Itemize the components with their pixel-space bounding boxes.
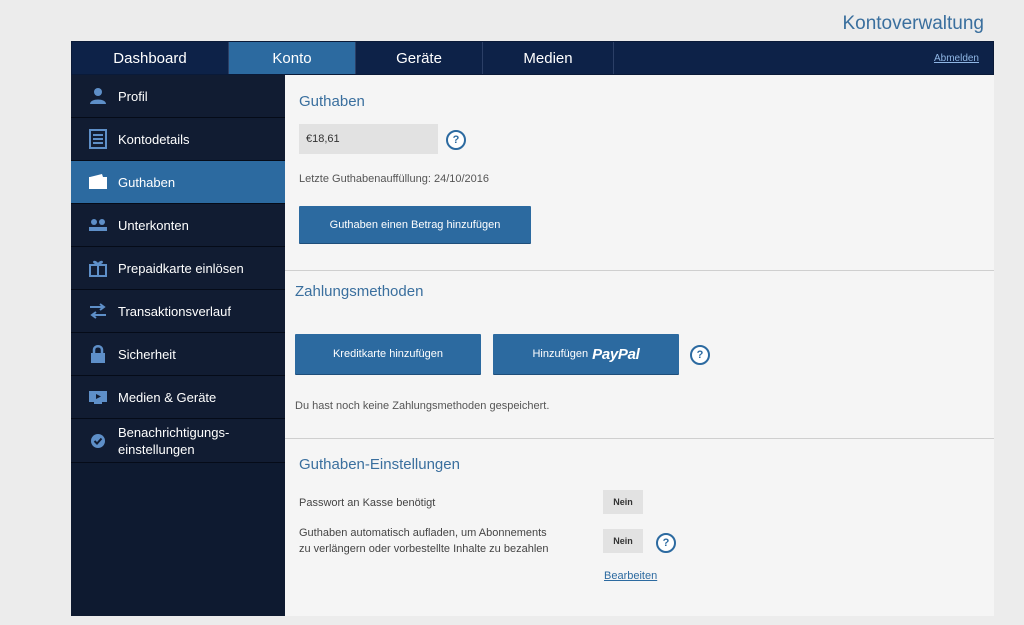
sidebar-item-label: Transaktionsverlauf bbox=[118, 303, 231, 319]
autoload-label-line2: zu verlängern oder vorbestellte Inhalte … bbox=[299, 543, 549, 555]
sidebar-item-benachrichtigungen[interactable]: Benachrichtigungs- einstellungen bbox=[71, 419, 285, 463]
tab-konto[interactable]: Konto bbox=[229, 42, 356, 74]
sidebar-item-sicherheit[interactable]: Sicherheit bbox=[71, 333, 285, 376]
sidebar-item-label: Kontodetails bbox=[118, 131, 190, 147]
help-icon[interactable]: ? bbox=[446, 130, 466, 150]
transfer-icon bbox=[87, 300, 109, 322]
media-icon bbox=[87, 386, 109, 408]
sidebar-item-label-line2: einstellungen bbox=[118, 441, 195, 457]
help-icon[interactable]: ? bbox=[690, 345, 710, 365]
sidebar-item-label: Profil bbox=[118, 88, 148, 104]
sidebar-item-kontodetails[interactable]: Kontodetails bbox=[71, 118, 285, 161]
user-icon bbox=[87, 85, 109, 107]
sidebar-item-label-line1: Benachrichtigungs- bbox=[118, 424, 230, 440]
sidebar-item-label: Medien & Geräte bbox=[118, 389, 217, 405]
sidebar-item-label: Guthaben bbox=[118, 174, 176, 190]
help-icon[interactable]: ? bbox=[656, 533, 676, 553]
tab-dashboard[interactable]: Dashboard bbox=[72, 42, 229, 74]
document-icon bbox=[87, 128, 109, 150]
sidebar-item-label: Benachrichtigungs- einstellungen bbox=[118, 424, 229, 458]
add-credit-card-button[interactable]: Kreditkarte hinzufügen bbox=[295, 334, 481, 374]
sidebar-item-profil[interactable]: Profil bbox=[71, 75, 285, 118]
tab-geraete[interactable]: Geräte bbox=[356, 42, 483, 74]
page-title: Kontoverwaltung bbox=[842, 13, 984, 34]
paypal-button-label: Hinzufügen bbox=[532, 348, 589, 360]
sidebar-item-prepaidkarte[interactable]: Prepaidkarte einlösen bbox=[71, 247, 285, 290]
sidebar-item-label: Prepaidkarte einlösen bbox=[118, 260, 244, 276]
balance-section-title: Guthaben bbox=[299, 93, 365, 110]
autoload-label-line1: Guthaben automatisch aufladen, um Abonne… bbox=[299, 527, 547, 539]
main-content: Guthaben €18,61 ? Letzte Guthabenauffüll… bbox=[285, 75, 994, 616]
sidebar-item-unterkonten[interactable]: Unterkonten bbox=[71, 204, 285, 247]
sidebar-item-transaktionsverlauf[interactable]: Transaktionsverlauf bbox=[71, 290, 285, 333]
users-icon bbox=[87, 214, 109, 236]
check-badge-icon bbox=[87, 430, 109, 452]
balance-field: €18,61 bbox=[299, 124, 438, 154]
add-balance-button[interactable]: Guthaben einen Betrag hinzufügen bbox=[299, 206, 531, 243]
sidebar-item-label: Sicherheit bbox=[118, 346, 176, 362]
settings-section-title: Guthaben-Einstellungen bbox=[299, 456, 460, 473]
gift-icon bbox=[87, 257, 109, 279]
wallet-icon bbox=[87, 171, 109, 193]
sidebar-item-guthaben[interactable]: Guthaben bbox=[71, 161, 285, 204]
divider bbox=[285, 438, 994, 439]
autoload-setting-value: Nein bbox=[603, 529, 643, 553]
sidebar-item-label: Unterkonten bbox=[118, 217, 189, 233]
sidebar-item-medien-geraete[interactable]: Medien & Geräte bbox=[71, 376, 285, 419]
payment-section-title: Zahlungsmethoden bbox=[295, 283, 424, 300]
tab-medien[interactable]: Medien bbox=[483, 42, 614, 74]
autoload-setting-label: Guthaben automatisch aufladen, um Abonne… bbox=[299, 525, 549, 557]
last-topup-text: Letzte Guthabenauffüllung: 24/10/2016 bbox=[299, 173, 490, 185]
no-payment-methods-text: Du hast noch keine Zahlungsmethoden gesp… bbox=[295, 400, 550, 412]
divider bbox=[285, 270, 994, 271]
password-setting-value: Nein bbox=[603, 490, 643, 514]
password-setting-label: Passwort an Kasse benötigt bbox=[299, 497, 436, 509]
sidebar: Profil Kontodetails Guthaben Unterkonten… bbox=[71, 75, 285, 616]
logout-link[interactable]: Abmelden bbox=[934, 42, 993, 74]
paypal-logo: PayPal bbox=[592, 345, 640, 363]
lock-icon bbox=[87, 343, 109, 365]
top-navigation: Dashboard Konto Geräte Medien Abmelden bbox=[71, 41, 994, 75]
add-paypal-button[interactable]: Hinzufügen PayPal bbox=[493, 334, 679, 374]
edit-settings-link[interactable]: Bearbeiten bbox=[604, 570, 657, 582]
